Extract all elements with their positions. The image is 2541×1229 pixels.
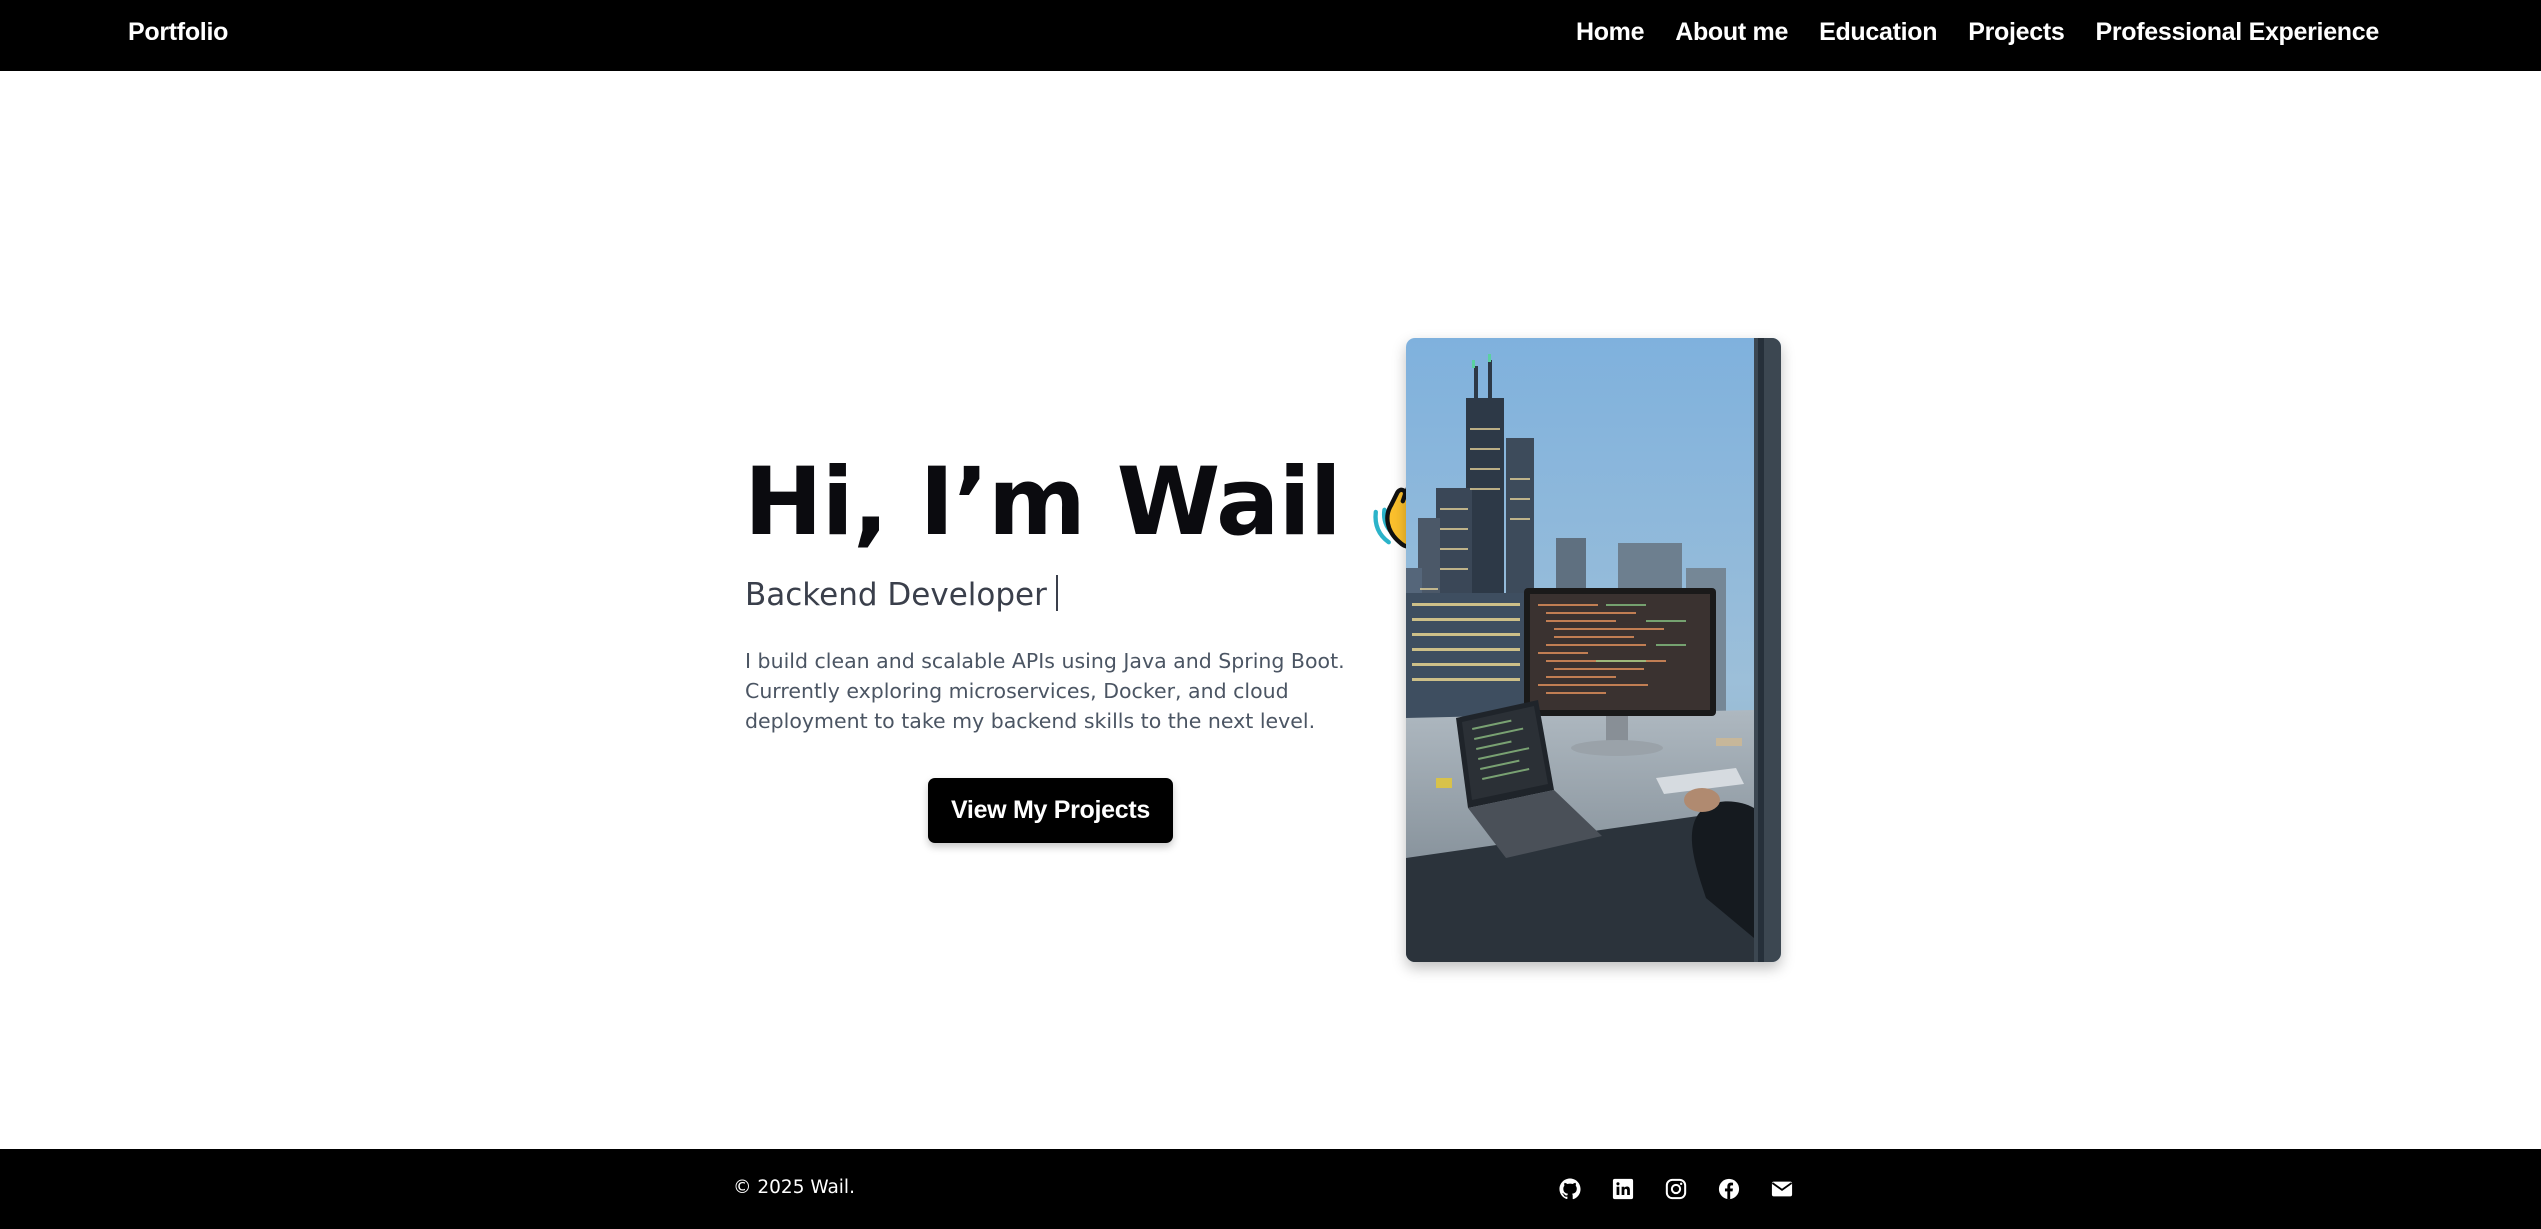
nav-link-education[interactable]: Education [1819,18,1937,47]
view-projects-button[interactable]: View My Projects [928,778,1173,843]
instagram-icon[interactable] [1665,1178,1687,1200]
copyright-text: © 2025 Wail. [733,1177,855,1198]
navbar: Portfolio Home About me Education Projec… [0,0,2541,71]
hero-heading-text: Hi, I’m Wail [744,448,1342,557]
nav-link-home[interactable]: Home [1576,18,1645,47]
hero-section: Hi, I’m Wail Backend Developer I build c… [744,440,1463,843]
social-links [1559,1178,1793,1200]
facebook-icon[interactable] [1718,1178,1740,1200]
role-text: Backend Developer [745,577,1047,613]
hero-description: I build clean and scalable APIs using Ja… [745,649,1345,733]
hero-heading: Hi, I’m Wail [744,440,1463,565]
nav-link-projects[interactable]: Projects [1968,18,2065,47]
role-line: Backend Developer [745,575,1058,613]
brand-link[interactable]: Portfolio [128,18,228,47]
linkedin-icon[interactable] [1612,1178,1634,1200]
nav-links: Home About me Education Projects Profess… [1576,18,2379,47]
nav-link-experience[interactable]: Professional Experience [2095,18,2379,47]
nav-link-about[interactable]: About me [1675,18,1788,47]
desk-setup-photo [1406,338,1781,962]
github-icon[interactable] [1559,1178,1581,1200]
email-icon[interactable] [1771,1178,1793,1200]
footer: © 2025 Wail. [0,1149,2541,1229]
typing-caret [1055,575,1058,611]
